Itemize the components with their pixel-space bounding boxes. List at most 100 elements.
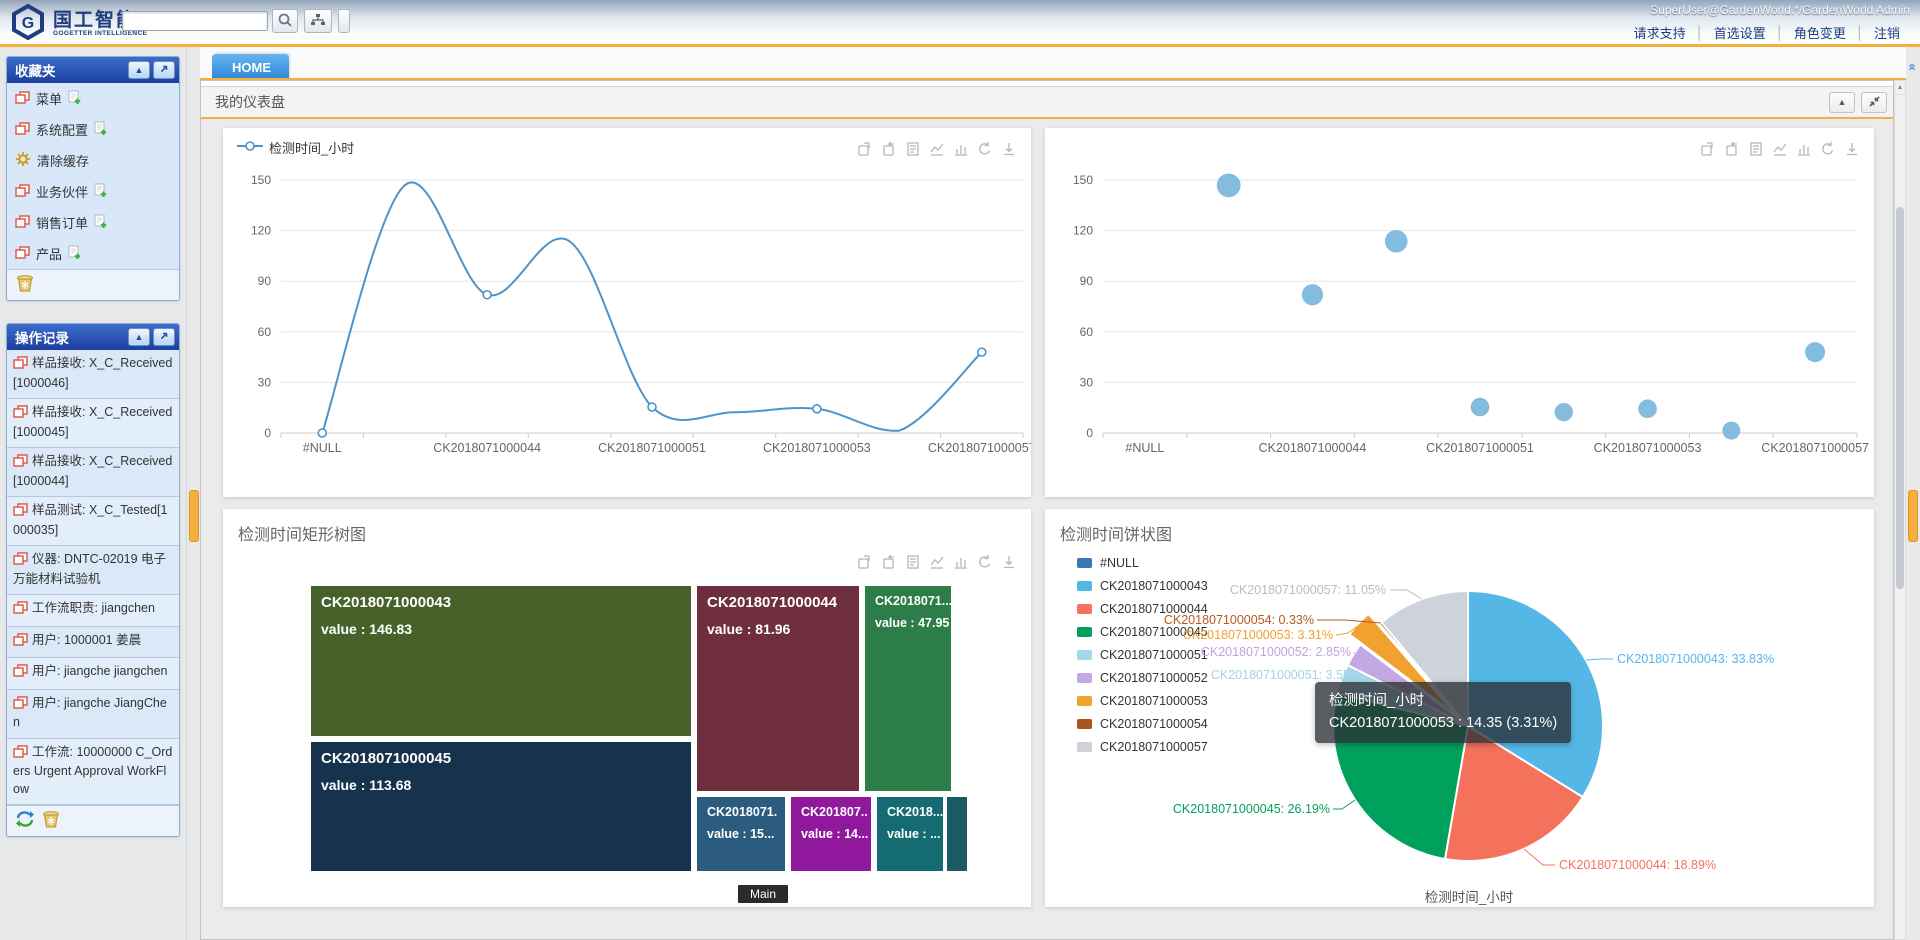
treemap-cell-0[interactable]: CK2018071000043value : 146.83 <box>311 586 691 736</box>
history-item-0[interactable]: 样品接收: X_C_Received[1000046] <box>7 350 179 399</box>
scatter-point[interactable] <box>1638 399 1657 418</box>
line-marker[interactable] <box>483 291 491 299</box>
favorites-expand-button[interactable] <box>153 61 175 79</box>
refresh-icon[interactable] <box>15 810 35 833</box>
pie-label: CK2018071000053: 3.31% <box>1183 628 1333 642</box>
add-shortcut-icon[interactable] <box>94 183 108 201</box>
scrollbar-up-arrow[interactable]: ▲ <box>1895 81 1905 95</box>
scatter-chart: 0306090120150#NULLCK2018071000044CK20180… <box>1045 128 1874 497</box>
scatter-point[interactable] <box>1471 398 1490 417</box>
favorites-item-0[interactable]: 菜单 <box>7 83 179 114</box>
history-item-label: 工作流: 10000000 C_Orders Urgent Approval W… <box>13 745 172 796</box>
treemap-cell-1[interactable]: CK2018071000045value : 113.68 <box>311 742 691 871</box>
dashboard-restore-button[interactable] <box>1861 92 1887 113</box>
user-info: SuperUser@GardenWorld.*/GardenWorld Admi… <box>1650 3 1910 17</box>
history-item-3[interactable]: 样品测试: X_C_Tested[1000035] <box>7 497 179 546</box>
toolbox-restore-icon[interactable] <box>881 554 897 570</box>
treemap-cell-4[interactable]: CK2018071.value : 15... <box>697 797 785 871</box>
scatter-point[interactable] <box>1555 403 1573 421</box>
top-link-0[interactable]: 请求支持 <box>1624 23 1696 42</box>
add-shortcut-icon[interactable] <box>94 121 108 139</box>
x-axis-label: CK2018071000057 <box>1761 441 1869 455</box>
toolbox-refresh-icon[interactable] <box>977 554 993 570</box>
line-marker[interactable] <box>978 348 986 356</box>
treemap-cell-3[interactable]: CK2018071...value : 47.95 <box>865 586 951 791</box>
history-item-2[interactable]: 样品接收: X_C_Received[1000044] <box>7 448 179 497</box>
favorites-collapse-button[interactable]: ▲ <box>128 61 150 79</box>
history-item-9[interactable]: 工作流: 10000000 C_Orders Urgent Approval W… <box>7 739 179 806</box>
toolbox-dataview-icon[interactable] <box>905 554 921 570</box>
header-collapsed-button[interactable] <box>338 9 350 33</box>
treemap-breadcrumb[interactable]: Main <box>738 885 788 903</box>
scatter-point[interactable] <box>1805 342 1825 362</box>
scatter-point[interactable] <box>1385 230 1408 253</box>
line-marker[interactable] <box>648 403 656 411</box>
dashboard-collapse-button[interactable]: ▲ <box>1829 92 1855 113</box>
toolbox-bar-icon[interactable] <box>953 554 969 570</box>
favorites-item-label: 产品 <box>36 244 62 263</box>
menu-tree-button[interactable] <box>304 9 332 33</box>
dashboard-header: 我的仪表盘 ▲ <box>201 86 1893 119</box>
favorites-item-1[interactable]: 系统配置 <box>7 114 179 145</box>
y-axis-tick: 0 <box>1086 426 1093 440</box>
right-splitter-handle[interactable] <box>1908 490 1918 542</box>
favorites-item-5[interactable]: 产品 <box>7 238 179 269</box>
treemap-cell-6[interactable]: CK2018...value : ... <box>877 797 943 871</box>
add-shortcut-icon[interactable] <box>68 245 82 263</box>
search-input[interactable] <box>122 11 268 31</box>
favorites-item-label: 销售订单 <box>36 213 88 232</box>
history-expand-button[interactable] <box>153 328 175 346</box>
top-link-3[interactable]: 注销 <box>1864 23 1910 42</box>
scatter-point[interactable] <box>1217 173 1241 197</box>
history-item-6[interactable]: 用户: 1000001 姜晨 <box>7 627 179 659</box>
search-button[interactable] <box>272 9 298 33</box>
tab-home[interactable]: HOME <box>212 54 289 80</box>
right-collapse-chevron[interactable]: « <box>1905 62 1920 73</box>
left-splitter-handle[interactable] <box>189 490 199 542</box>
x-axis-label: #NULL <box>1125 441 1164 455</box>
scatter-point[interactable] <box>1722 422 1740 440</box>
history-item-8[interactable]: 用户: jiangche JiangChen <box>7 690 179 739</box>
history-item-1[interactable]: 样品接收: X_C_Received[1000045] <box>7 399 179 448</box>
history-item-label: 样品接收: X_C_Received[1000046] <box>13 356 172 390</box>
history-item-4[interactable]: 仪器: DNTC-02019 电子万能材料试验机 <box>7 546 179 595</box>
toolbox-download-icon[interactable] <box>1001 554 1017 570</box>
top-link-1[interactable]: 首选设置 <box>1704 23 1776 42</box>
x-axis-label: CK2018071000051 <box>598 441 706 455</box>
top-link-2[interactable]: 角色变更 <box>1784 23 1856 42</box>
window-icon <box>13 698 28 712</box>
treemap-cell-value: value : 15... <box>707 827 775 841</box>
gear-icon <box>15 151 31 170</box>
treemap-cell-name: CK201807.. <box>801 805 861 819</box>
window-icon <box>13 603 28 617</box>
window-icon <box>15 122 30 138</box>
vertical-scrollbar[interactable]: ▲ <box>1894 80 1906 940</box>
dashboard-title: 我的仪表盘 <box>201 92 1829 112</box>
history-item-5[interactable]: 工作流职责: jiangchen <box>7 595 179 627</box>
history-item-7[interactable]: 用户: jiangche jiangchen <box>7 658 179 690</box>
line-marker[interactable] <box>813 405 821 413</box>
add-shortcut-icon[interactable] <box>94 214 108 232</box>
favorites-item-2[interactable]: 清除缓存 <box>7 145 179 176</box>
favorites-item-3[interactable]: 业务伙伴 <box>7 176 179 207</box>
sidebar: 收藏夹 ▲ 菜单系统配置清除缓存业务伙伴销售订单产品 操作记录 ▲ 样品接收: … <box>0 47 187 940</box>
history-item-label: 用户: 1000001 姜晨 <box>32 633 141 647</box>
tooltip-value: CK2018071000053 : 14.35 (3.31%) <box>1329 712 1557 734</box>
treemap-cell-value: value : 146.83 <box>321 621 681 637</box>
add-shortcut-icon[interactable] <box>68 90 82 108</box>
line-marker[interactable] <box>318 429 326 437</box>
treemap-cell-5[interactable]: CK201807..value : 14... <box>791 797 871 871</box>
scrollbar-thumb[interactable] <box>1896 207 1904 589</box>
scatter-point[interactable] <box>1302 284 1323 305</box>
toolbox-zoom-icon[interactable] <box>857 554 873 570</box>
dashboard: 检测时间_小时 0306090120150#NULLCK201807100004… <box>201 119 1893 939</box>
pie-chart-panel: 检测时间饼状图 #NULLCK2018071000043CK2018071000… <box>1045 509 1874 907</box>
toolbox-line-icon[interactable] <box>929 554 945 570</box>
trash-icon[interactable] <box>41 809 61 833</box>
favorites-item-4[interactable]: 销售订单 <box>7 207 179 238</box>
treemap-cell-2[interactable]: CK2018071000044value : 81.96 <box>697 586 859 791</box>
history-collapse-button[interactable]: ▲ <box>128 328 150 346</box>
trash-icon[interactable] <box>15 273 35 297</box>
svg-text:G: G <box>22 15 34 32</box>
treemap-cell-7[interactable] <box>947 797 967 871</box>
